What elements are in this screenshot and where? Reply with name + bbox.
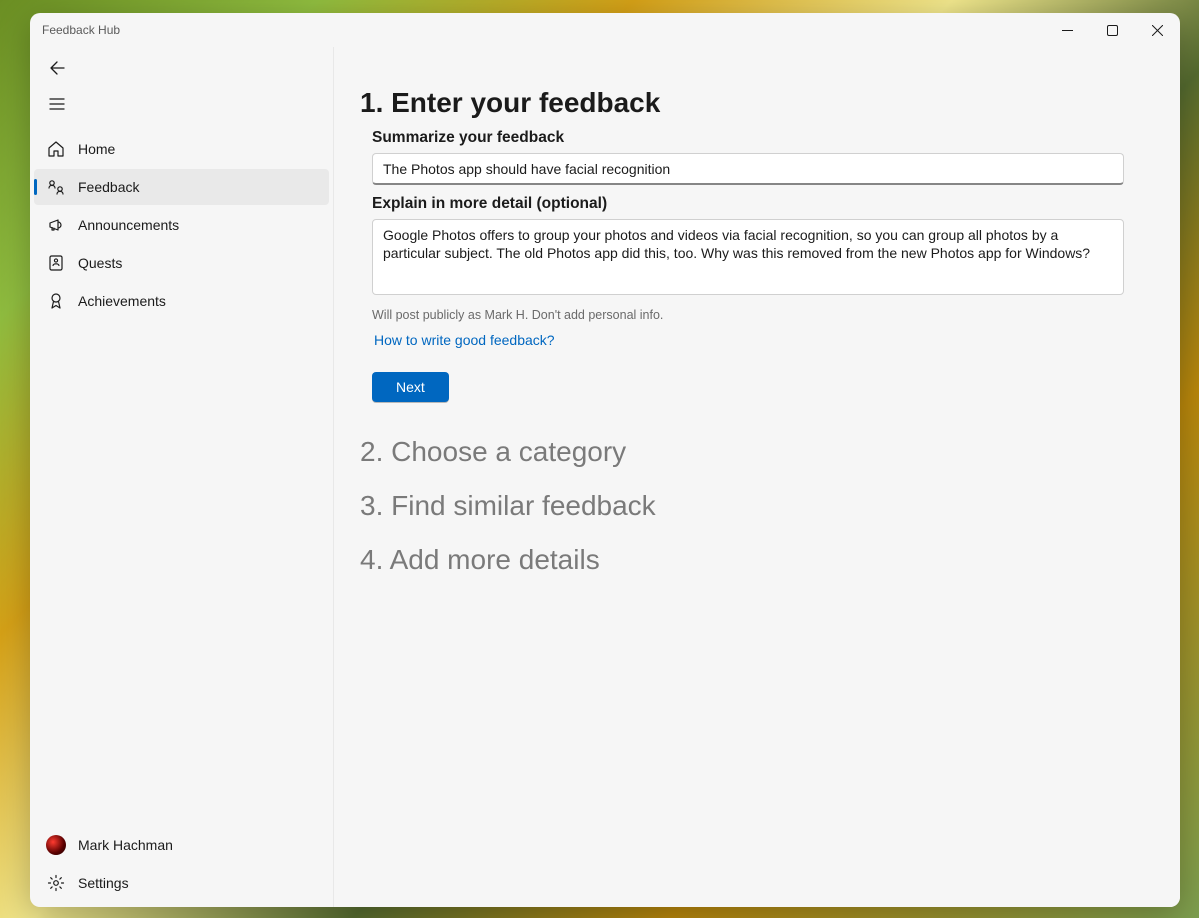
summary-label: Summarize your feedback bbox=[372, 129, 1154, 147]
minimize-icon bbox=[1062, 25, 1073, 36]
nav-toggle-button[interactable] bbox=[38, 87, 76, 121]
step2-title: 2. Choose a category bbox=[360, 436, 1154, 468]
nav-list: Home Feedback Announcements bbox=[30, 127, 333, 821]
sidebar-item-label: Home bbox=[78, 141, 115, 157]
close-icon bbox=[1152, 25, 1163, 36]
step1-title: 1. Enter your feedback bbox=[360, 87, 1154, 119]
back-button[interactable] bbox=[38, 51, 76, 85]
sidebar-item-achievements[interactable]: Achievements bbox=[34, 283, 329, 319]
sidebar-item-announcements[interactable]: Announcements bbox=[34, 207, 329, 243]
post-hint: Will post publicly as Mark H. Don't add … bbox=[372, 308, 1154, 322]
detail-label: Explain in more detail (optional) bbox=[372, 195, 1154, 213]
titlebar: Feedback Hub bbox=[30, 13, 1180, 47]
sidebar-item-account[interactable]: Mark Hachman bbox=[34, 827, 329, 863]
sidebar-bottom: Mark Hachman Settings bbox=[30, 821, 333, 907]
sidebar-item-label: Feedback bbox=[78, 179, 139, 195]
app-window: Feedback Hub bbox=[30, 13, 1180, 907]
summary-group: Summarize your feedback bbox=[372, 129, 1154, 185]
step4-title: 4. Add more details bbox=[360, 544, 1154, 576]
app-body: Home Feedback Announcements bbox=[30, 47, 1180, 907]
minimize-button[interactable] bbox=[1045, 15, 1090, 45]
window-title: Feedback Hub bbox=[42, 23, 1045, 37]
sidebar-item-feedback[interactable]: Feedback bbox=[34, 169, 329, 205]
avatar bbox=[46, 835, 66, 855]
quests-icon bbox=[46, 253, 66, 273]
sidebar-item-quests[interactable]: Quests bbox=[34, 245, 329, 281]
close-button[interactable] bbox=[1135, 15, 1180, 45]
user-name: Mark Hachman bbox=[78, 837, 173, 853]
megaphone-icon bbox=[46, 215, 66, 235]
sidebar-item-settings[interactable]: Settings bbox=[34, 865, 329, 901]
home-icon bbox=[46, 139, 66, 159]
sidebar-item-home[interactable]: Home bbox=[34, 131, 329, 167]
step3-title: 3. Find similar feedback bbox=[360, 490, 1154, 522]
detail-group: Explain in more detail (optional) bbox=[372, 195, 1154, 300]
settings-label: Settings bbox=[78, 875, 129, 891]
hamburger-icon bbox=[49, 96, 65, 112]
sidebar-item-label: Announcements bbox=[78, 217, 179, 233]
gear-icon bbox=[46, 873, 66, 893]
detail-textarea[interactable] bbox=[372, 219, 1124, 295]
maximize-icon bbox=[1107, 25, 1118, 36]
sidebar-item-label: Achievements bbox=[78, 293, 166, 309]
trophy-icon bbox=[46, 291, 66, 311]
feedback-icon bbox=[46, 177, 66, 197]
next-button[interactable]: Next bbox=[372, 372, 449, 402]
help-link[interactable]: How to write good feedback? bbox=[374, 332, 555, 348]
summary-input[interactable] bbox=[372, 153, 1124, 185]
main-content: 1. Enter your feedback Summarize your fe… bbox=[334, 47, 1180, 907]
back-icon bbox=[49, 60, 65, 76]
sidebar-item-label: Quests bbox=[78, 255, 122, 271]
maximize-button[interactable] bbox=[1090, 15, 1135, 45]
sidebar: Home Feedback Announcements bbox=[30, 47, 334, 907]
